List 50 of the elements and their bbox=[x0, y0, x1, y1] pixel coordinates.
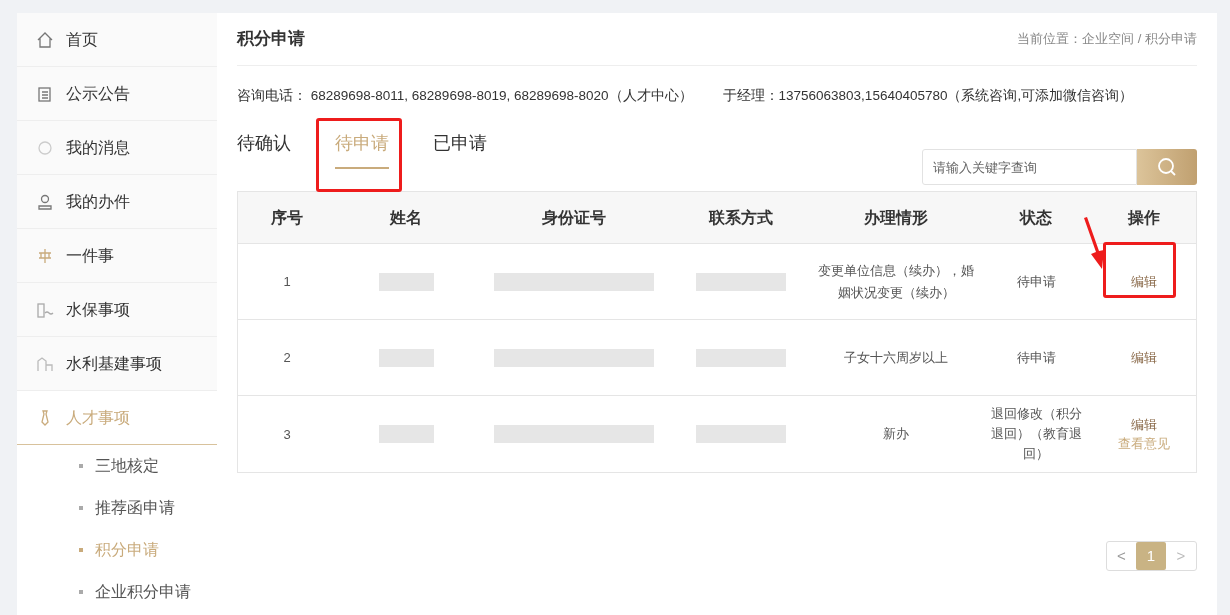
table-cell-text: 新办 bbox=[882, 426, 910, 444]
bullet-icon bbox=[79, 464, 83, 468]
action-link[interactable]: 编辑 bbox=[1130, 414, 1157, 435]
bullet-icon bbox=[79, 590, 83, 594]
tab[interactable]: 待确认 bbox=[237, 120, 291, 170]
document-icon bbox=[36, 84, 54, 103]
redacted-block bbox=[378, 425, 434, 444]
redacted-block bbox=[378, 348, 434, 367]
contact-info: 于经理：13756063803,15640405780（系统咨询,可添加微信咨询） bbox=[722, 87, 1134, 105]
column-header: 操作 bbox=[1126, 207, 1161, 228]
sidebar-item[interactable]: 水保事项 bbox=[17, 283, 217, 337]
redacted-block bbox=[378, 272, 434, 291]
bullet-icon bbox=[79, 548, 83, 552]
sidebar-item[interactable]: 水利基建事项 bbox=[17, 337, 217, 391]
table-cell-text: 待申请 bbox=[1015, 272, 1057, 291]
sidebar-subitem[interactable]: 推荐函申请 bbox=[17, 487, 217, 529]
search-icon bbox=[1157, 157, 1177, 178]
action-link[interactable]: 编辑 bbox=[1130, 348, 1157, 368]
column-header: 身份证号 bbox=[540, 207, 607, 228]
column-header: 办理情形 bbox=[863, 207, 929, 228]
action-link[interactable]: 编辑 bbox=[1130, 272, 1157, 292]
sidebar-item[interactable]: 一件事 bbox=[17, 229, 217, 283]
sidebar-subitem[interactable]: 三地核定 bbox=[17, 445, 217, 487]
sidebar-item[interactable]: 我的办件 bbox=[17, 175, 217, 229]
breadcrumb-label: 当前位置： bbox=[1017, 30, 1083, 49]
table-cell-text: 3 bbox=[282, 425, 292, 444]
breadcrumb: 企业空间 / 积分申请 bbox=[1082, 30, 1197, 49]
page-title: 积分申请 bbox=[237, 28, 305, 51]
table-cell-text: 2 bbox=[282, 349, 292, 367]
search-button[interactable] bbox=[1137, 149, 1197, 186]
column-header: 联系方式 bbox=[708, 207, 774, 228]
tab[interactable]: 已申请 bbox=[433, 120, 487, 170]
column-header: 状态 bbox=[1018, 207, 1053, 228]
sidebar-item[interactable]: 首页 bbox=[17, 13, 217, 67]
sidebar-item[interactable]: 我的消息 bbox=[17, 121, 217, 175]
contact-info: 咨询电话： 68289698-8011, 68289698-8019, 68289698-8020（人才中心） bbox=[237, 87, 693, 105]
column-header: 姓名 bbox=[388, 207, 423, 228]
bullet-icon bbox=[79, 506, 83, 510]
house-icon bbox=[36, 30, 54, 49]
table-cell-text: 待申请 bbox=[1015, 348, 1057, 367]
sidebar-item[interactable]: 公示公告 bbox=[17, 67, 217, 121]
search-field[interactable]: 请输入关键字查询 bbox=[922, 149, 1137, 186]
person-icon bbox=[36, 192, 54, 211]
sidebar-subitem[interactable]: 企业积分申请 bbox=[17, 571, 217, 613]
building-water-icon bbox=[36, 300, 54, 319]
column-header: 序号 bbox=[270, 207, 304, 228]
table-cell-text: 子女十六周岁以上 bbox=[843, 349, 949, 367]
table-cell-text: 退回修改（积分退回）（教育退回） bbox=[989, 405, 1083, 464]
table-cell-text: 1 bbox=[282, 273, 292, 291]
table-cell-text: 变更单位信息（续办），婚姻状况变更（续办） bbox=[817, 262, 975, 302]
